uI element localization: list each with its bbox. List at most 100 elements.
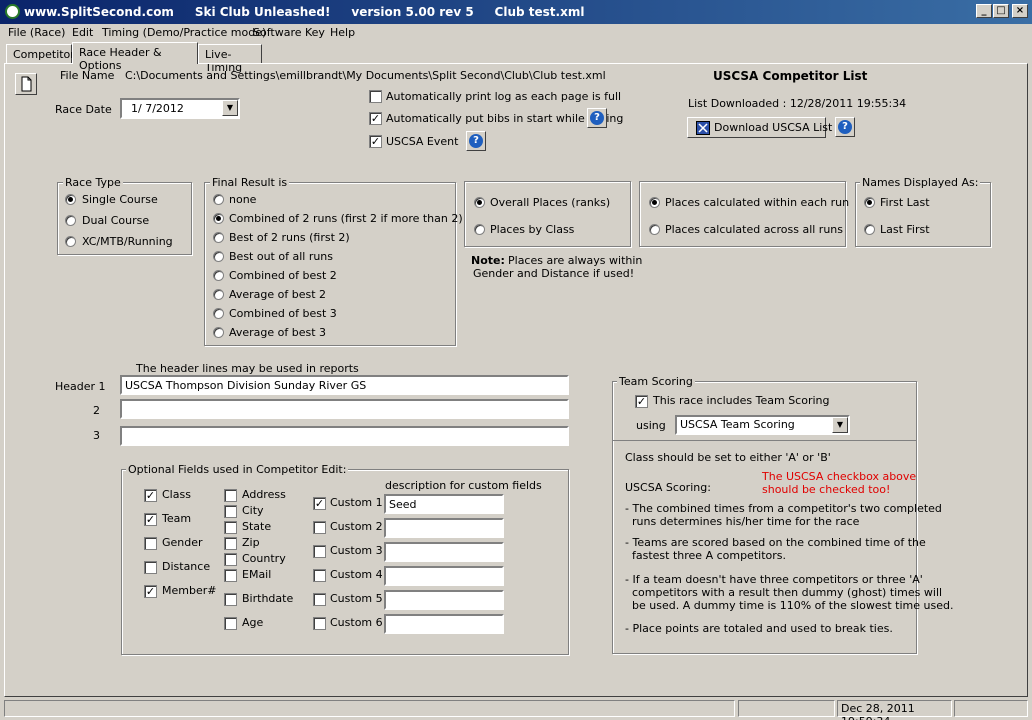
birthdate-label: Birthdate: [242, 592, 294, 605]
places-group: [464, 181, 631, 247]
menu-timing[interactable]: Timing (Demo/Practice mode): [102, 26, 266, 39]
tab-live-timing[interactable]: Live-Timing: [198, 44, 262, 74]
zip-label: Zip: [242, 536, 260, 549]
chevron-down-icon[interactable]: ▼: [222, 100, 238, 116]
rule-3-a: - If a team doesn't have three competito…: [625, 573, 923, 586]
final-radio-0[interactable]: [213, 194, 224, 205]
menu-file[interactable]: File (Race): [8, 26, 65, 39]
member-checkbox[interactable]: ✓: [144, 585, 157, 598]
custom-1-input[interactable]: Seed: [384, 494, 504, 514]
title-bar: www.SplitSecond.com Ski Club Unleashed! …: [0, 0, 1032, 24]
gender-checkbox[interactable]: [144, 537, 157, 550]
member-label: Member#: [162, 584, 217, 597]
custom-5-checkbox[interactable]: [313, 593, 326, 606]
tab-race-header[interactable]: Race Header & Options: [72, 42, 198, 72]
distance-checkbox[interactable]: [144, 561, 157, 574]
custom-3-label: Custom 3: [330, 544, 383, 557]
help-icon: ?: [590, 111, 604, 125]
maximize-button[interactable]: □: [993, 4, 1009, 18]
final-radio-6[interactable]: [213, 308, 224, 319]
team-method-select[interactable]: USCSA Team Scoring ▼: [675, 415, 850, 435]
file-name-value: C:\Documents and Settings\emillbrandt\My…: [125, 69, 606, 82]
auto-bibs-checkbox[interactable]: ✓: [369, 112, 382, 125]
age-label: Age: [242, 616, 264, 629]
places-overall: Overall Places (ranks): [490, 196, 611, 209]
menu-software-key[interactable]: Software Key: [253, 26, 325, 39]
help-button-download[interactable]: ?: [835, 117, 855, 137]
race-type-radio-xc[interactable]: [65, 236, 76, 247]
team-scoring-checkbox[interactable]: ✓: [635, 395, 648, 408]
download-uscsa-button[interactable]: Download USCSA List: [687, 117, 832, 138]
email-checkbox[interactable]: [224, 569, 237, 582]
custom-4-checkbox[interactable]: [313, 569, 326, 582]
final-radio-3[interactable]: [213, 251, 224, 262]
help-button-bibs[interactable]: ?: [587, 108, 607, 128]
places-radio-class[interactable]: [474, 224, 485, 235]
custom-5-input[interactable]: [384, 590, 504, 610]
names-title: Names Displayed As:: [860, 176, 981, 189]
team-warning-2: should be checked too!: [762, 483, 891, 496]
race-date-picker[interactable]: 1/ 7/2012 ▼: [120, 98, 240, 119]
uscsa-event-checkbox[interactable]: ✓: [369, 135, 382, 148]
places-calc-radio-within[interactable]: [649, 197, 660, 208]
custom-2-input[interactable]: [384, 518, 504, 538]
tab-competitors[interactable]: Competitors: [6, 44, 81, 64]
header-3-label: 3: [93, 429, 100, 442]
birthdate-checkbox[interactable]: [224, 593, 237, 606]
auto-print-checkbox[interactable]: [369, 90, 382, 103]
address-checkbox[interactable]: [224, 489, 237, 502]
custom-1-checkbox[interactable]: ✓: [313, 497, 326, 510]
race-type-radio-dual[interactable]: [65, 215, 76, 226]
header-3-input[interactable]: [120, 426, 569, 446]
new-file-button[interactable]: [15, 73, 37, 95]
race-type-radio-single[interactable]: [65, 194, 76, 205]
race-date-label: Race Date: [55, 103, 112, 116]
city-checkbox[interactable]: [224, 505, 237, 518]
names-radio-last-first[interactable]: [864, 224, 875, 235]
city-label: City: [242, 504, 264, 517]
final-radio-5[interactable]: [213, 289, 224, 300]
places-calc-within: Places calculated within each run: [665, 196, 850, 209]
team-checkbox[interactable]: ✓: [144, 513, 157, 526]
chevron-down-icon[interactable]: ▼: [832, 417, 848, 433]
rule-2-a: - Teams are scored based on the combined…: [625, 536, 926, 549]
country-checkbox[interactable]: [224, 553, 237, 566]
distance-label: Distance: [162, 560, 211, 573]
race-type-dual: Dual Course: [82, 214, 150, 227]
names-radio-first-last[interactable]: [864, 197, 875, 208]
menu-bar: File (Race) Edit Timing (Demo/Practice m…: [0, 24, 1032, 43]
custom-6-checkbox[interactable]: [313, 617, 326, 630]
team-method-value: USCSA Team Scoring: [680, 418, 795, 431]
menu-edit[interactable]: Edit: [72, 26, 93, 39]
custom-6-input[interactable]: [384, 614, 504, 634]
zip-checkbox[interactable]: [224, 537, 237, 550]
class-label: Class: [162, 488, 191, 501]
rule-4: - Place points are totaled and used to b…: [625, 622, 893, 635]
menu-help[interactable]: Help: [330, 26, 355, 39]
final-radio-1[interactable]: [213, 213, 224, 224]
final-radio-4[interactable]: [213, 270, 224, 281]
custom-4-input[interactable]: [384, 566, 504, 586]
close-button[interactable]: ×: [1012, 4, 1028, 18]
class-checkbox[interactable]: ✓: [144, 489, 157, 502]
address-label: Address: [242, 488, 286, 501]
help-icon: ?: [838, 120, 852, 134]
final-radio-2[interactable]: [213, 232, 224, 243]
custom-3-input[interactable]: [384, 542, 504, 562]
header-1-input[interactable]: USCSA Thompson Division Sunday River GS: [120, 375, 569, 395]
places-calc-radio-across[interactable]: [649, 224, 660, 235]
list-downloaded: List Downloaded : 12/28/2011 19:55:34: [688, 97, 907, 110]
help-button-uscsa[interactable]: ?: [466, 131, 486, 151]
minimize-button[interactable]: _: [976, 4, 992, 18]
custom-2-checkbox[interactable]: [313, 521, 326, 534]
state-checkbox[interactable]: [224, 521, 237, 534]
names-group: [855, 182, 991, 247]
final-option-2: Best of 2 runs (first 2): [229, 231, 350, 244]
places-radio-overall[interactable]: [474, 197, 485, 208]
header-2-input[interactable]: [120, 399, 569, 419]
note-text-1: Places are always within: [508, 254, 643, 267]
age-checkbox[interactable]: [224, 617, 237, 630]
final-radio-7[interactable]: [213, 327, 224, 338]
names-last-first: Last First: [880, 223, 930, 236]
custom-3-checkbox[interactable]: [313, 545, 326, 558]
